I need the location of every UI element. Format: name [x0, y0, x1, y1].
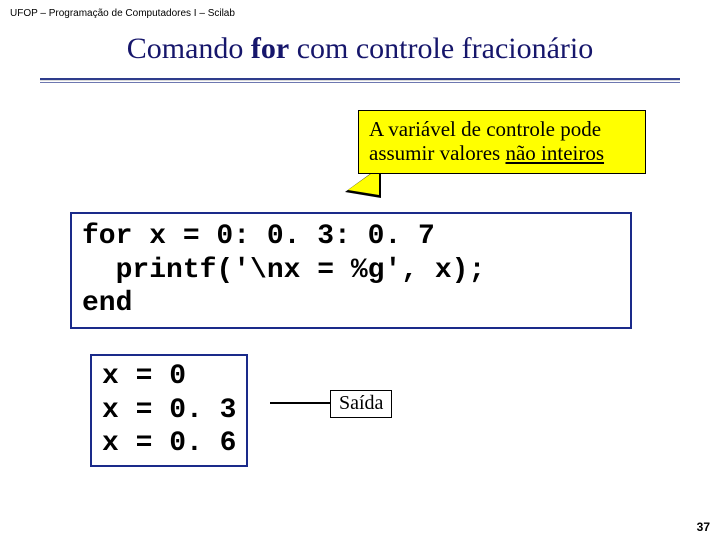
output-line2: x = 0. 3 [102, 395, 236, 426]
saida-label-box: Saída [330, 390, 392, 418]
callout-line2-underlined: não inteiros [505, 141, 604, 165]
title-underline [40, 78, 680, 82]
code-line1: for x = 0: 0. 3: 0. 7 [82, 221, 435, 252]
course-header: UFOP – Programação de Computadores I – S… [10, 8, 235, 19]
output-box: x = 0 x = 0. 3 x = 0. 6 [90, 354, 248, 467]
output-line1: x = 0 [102, 361, 186, 392]
code-box: for x = 0: 0. 3: 0. 7 printf('\nx = %g',… [70, 212, 632, 329]
slide-title: Comando for com controle fracionário [0, 32, 720, 66]
code-line3: end [82, 288, 132, 319]
callout-box: A variável de controle pode assumir valo… [358, 110, 646, 174]
title-bold: for [251, 32, 289, 65]
page-number: 37 [697, 520, 710, 534]
saida-connector [270, 402, 330, 404]
saida-label: Saída [339, 392, 383, 414]
callout-line1: A variável de controle pode [369, 117, 635, 141]
callout-line2: assumir valores não inteiros [369, 141, 635, 165]
code-line2: printf('\nx = %g', x); [82, 255, 485, 286]
callout-line2-pre: assumir valores [369, 141, 505, 165]
output-line3: x = 0. 6 [102, 428, 236, 459]
title-post: com controle fracionário [289, 32, 593, 65]
title-pre: Comando [127, 32, 251, 65]
